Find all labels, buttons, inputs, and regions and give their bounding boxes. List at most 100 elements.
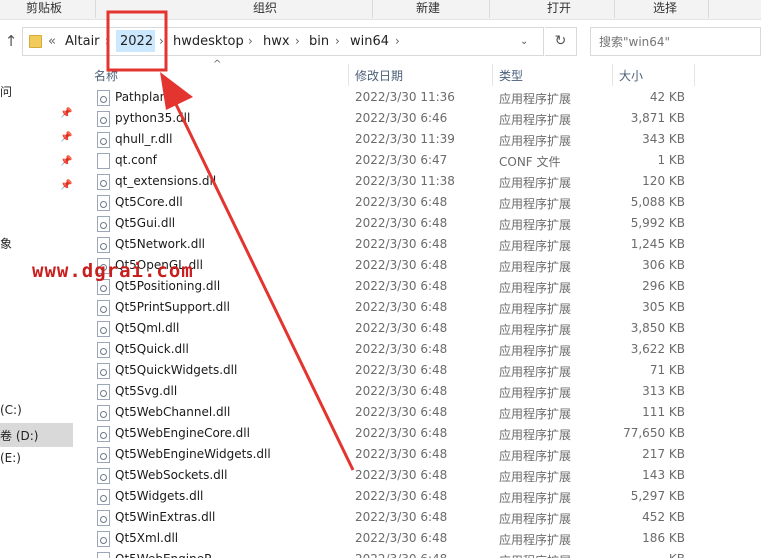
- address-bar[interactable]: « Altair › 2022 › hwdesktop › hwx › bin …: [22, 27, 544, 56]
- column-divider[interactable]: [348, 64, 349, 86]
- nav-item-drive-d[interactable]: 卷 (D:): [0, 427, 38, 444]
- file-row[interactable]: Qt5Network.dll 2022/3/30 6:48 应用程序扩展 1,245 …: [93, 235, 761, 256]
- file-size: 313 KB: [642, 384, 685, 398]
- column-header-size[interactable]: 大小: [619, 67, 643, 84]
- file-date: 2022/3/30 6:48: [355, 300, 448, 314]
- file-name: Qt5QuickWidgets.dll: [115, 363, 238, 377]
- dll-file-icon: [97, 384, 110, 400]
- file-row[interactable]: Qt5Widgets.dll 2022/3/30 6:48 应用程序扩展 5,297 …: [93, 487, 761, 508]
- dll-file-icon: [97, 237, 110, 253]
- file-type: 应用程序扩展: [499, 239, 572, 253]
- file-date: 2022/3/30 6:48: [355, 195, 448, 209]
- file-row[interactable]: Qt5Gui.dll 2022/3/30 6:48 应用程序扩展 5,992 KB: [93, 214, 761, 235]
- file-row[interactable]: Qt5WebEngineWidgets.dll 2022/3/30 6:48 应用程…: [93, 445, 761, 466]
- file-row[interactable]: Qt5Xml.dll 2022/3/30 6:48 应用程序扩展 186 KB: [93, 529, 761, 550]
- file-row[interactable]: Qt5Core.dll 2022/3/30 6:48 应用程序扩展 5,088 KB: [93, 193, 761, 214]
- refresh-icon[interactable]: ↻: [545, 27, 577, 56]
- file-row[interactable]: Qt5WebChannel.dll 2022/3/30 6:48 应用程序扩展 111…: [93, 403, 761, 424]
- file-type: 应用程序扩展: [499, 302, 572, 316]
- breadcrumb-win64[interactable]: win64: [350, 28, 389, 55]
- ribbon-group-organize[interactable]: 组织: [240, 0, 290, 20]
- pin-icon[interactable]: 📌: [60, 180, 72, 191]
- breadcrumb-altair[interactable]: Altair: [65, 28, 100, 55]
- column-header-type[interactable]: 类型: [499, 67, 523, 84]
- watermark: www.dgrai.com: [32, 260, 194, 282]
- gear-icon: [100, 285, 107, 292]
- ribbon-group-open[interactable]: 打开: [534, 0, 584, 20]
- file-row[interactable]: Qt5Quick.dll 2022/3/30 6:48 应用程序扩展 3,622 KB: [93, 340, 761, 361]
- file-size: 1,245 KB: [630, 237, 685, 251]
- file-row[interactable]: Pathplan.dll 2022/3/30 11:36 应用程序扩展 42 KB: [93, 88, 761, 109]
- dll-file-icon: [97, 342, 110, 358]
- pin-icon[interactable]: 📌: [60, 132, 72, 143]
- file-date: 2022/3/30 11:36: [355, 90, 455, 104]
- file-row[interactable]: Qt5Svg.dll 2022/3/30 6:48 应用程序扩展 313 KB: [93, 382, 761, 403]
- breadcrumb-hwdesktop[interactable]: hwdesktop: [173, 28, 244, 55]
- overflow-chevron[interactable]: «: [48, 28, 56, 55]
- file-row[interactable]: qhull_r.dll 2022/3/30 11:39 应用程序扩展 343 KB: [93, 130, 761, 151]
- ribbon-group-new[interactable]: 新建: [403, 0, 453, 20]
- file-size: 186 KB: [642, 531, 685, 545]
- chevron-right-icon[interactable]: ›: [335, 28, 340, 55]
- chevron-right-icon[interactable]: ›: [395, 28, 400, 55]
- file-name: Qt5WebSockets.dll: [115, 468, 228, 482]
- nav-item-drive-e[interactable]: (E:): [0, 451, 21, 465]
- column-divider[interactable]: [694, 64, 695, 86]
- file-row[interactable]: qt.conf 2022/3/30 6:47 CONF 文件 1 KB: [93, 151, 761, 172]
- pin-icon[interactable]: 📌: [60, 156, 72, 167]
- file-type: 应用程序扩展: [499, 344, 572, 358]
- column-divider[interactable]: [492, 64, 493, 86]
- file-row[interactable]: Qt5QuickWidgets.dll 2022/3/30 6:48 应用程序扩展 7…: [93, 361, 761, 382]
- file-type: 应用程序扩展: [499, 197, 572, 211]
- file-name: qhull_r.dll: [115, 132, 173, 146]
- file-type: 应用程序扩展: [499, 176, 572, 190]
- dll-file-icon: [97, 447, 110, 463]
- nav-item-quick-access[interactable]: 问: [0, 83, 12, 100]
- file-name: Qt5Quick.dll: [115, 342, 189, 356]
- gear-icon: [100, 138, 107, 145]
- file-type: 应用程序扩展: [499, 449, 572, 463]
- gear-icon: [100, 474, 107, 481]
- file-date: 2022/3/30 6:48: [355, 552, 447, 558]
- column-divider[interactable]: [612, 64, 613, 86]
- chevron-right-icon[interactable]: ›: [105, 28, 110, 55]
- file-size: 296 KB: [642, 279, 685, 293]
- dll-file-icon: [97, 468, 110, 484]
- file-row[interactable]: Qt5Qml.dll 2022/3/30 6:48 应用程序扩展 3,850 KB: [93, 319, 761, 340]
- chevron-right-icon[interactable]: ›: [295, 28, 300, 55]
- file-row[interactable]: Qt5PrintSupport.dll 2022/3/30 6:48 应用程序扩展 3…: [93, 298, 761, 319]
- search-input[interactable]: [599, 32, 749, 52]
- ribbon-group-select[interactable]: 选择: [640, 0, 690, 20]
- breadcrumb-bin[interactable]: bin: [309, 28, 329, 55]
- file-row[interactable]: Qt5WebSockets.dll 2022/3/30 6:48 应用程序扩展 143…: [93, 466, 761, 487]
- file-row[interactable]: Qt5WebEngineCore.dll 2022/3/30 6:48 应用程序扩展…: [93, 424, 761, 445]
- dll-file-icon: [97, 195, 110, 211]
- chevron-right-icon[interactable]: ›: [159, 28, 164, 55]
- file-type: 应用程序扩展: [499, 281, 572, 295]
- nav-item-drive-c[interactable]: (C:): [0, 403, 22, 417]
- file-name: Qt5WebEngineWidgets.dll: [115, 447, 271, 461]
- chevron-right-icon[interactable]: ›: [248, 28, 253, 55]
- file-row[interactable]: qt_extensions.dll 2022/3/30 11:38 应用程序扩展 12…: [93, 172, 761, 193]
- ribbon-group-clipboard[interactable]: 剪贴板: [14, 0, 74, 20]
- file-type: 应用程序扩展: [499, 512, 572, 526]
- gear-icon: [100, 495, 107, 502]
- nav-item-objects[interactable]: 象: [0, 235, 12, 252]
- file-row[interactable]: Qt5WebEngineP... 2022/3/30 6:48 应用程序扩展 ...K…: [93, 550, 761, 558]
- up-arrow-icon[interactable]: ↑: [2, 31, 20, 51]
- column-header-date[interactable]: 修改日期: [355, 67, 403, 84]
- chevron-down-icon[interactable]: ⌄: [520, 28, 528, 55]
- file-row[interactable]: python35.dll 2022/3/30 6:46 应用程序扩展 3,871 KB: [93, 109, 761, 130]
- file-row[interactable]: Qt5WinExtras.dll 2022/3/30 6:48 应用程序扩展 452 …: [93, 508, 761, 529]
- file-size: 42 KB: [649, 90, 685, 104]
- gear-icon: [100, 390, 107, 397]
- file-size: 3,850 KB: [630, 321, 685, 335]
- pin-icon[interactable]: 📌: [60, 108, 72, 119]
- search-box[interactable]: [590, 27, 761, 56]
- file-date: 2022/3/30 6:46: [355, 111, 448, 125]
- file-size: 3,871 KB: [630, 111, 685, 125]
- column-header-name[interactable]: 名称: [94, 67, 118, 84]
- file-date: 2022/3/30 6:48: [355, 426, 448, 440]
- breadcrumb-2022[interactable]: 2022: [120, 28, 153, 55]
- breadcrumb-hwx[interactable]: hwx: [263, 28, 290, 55]
